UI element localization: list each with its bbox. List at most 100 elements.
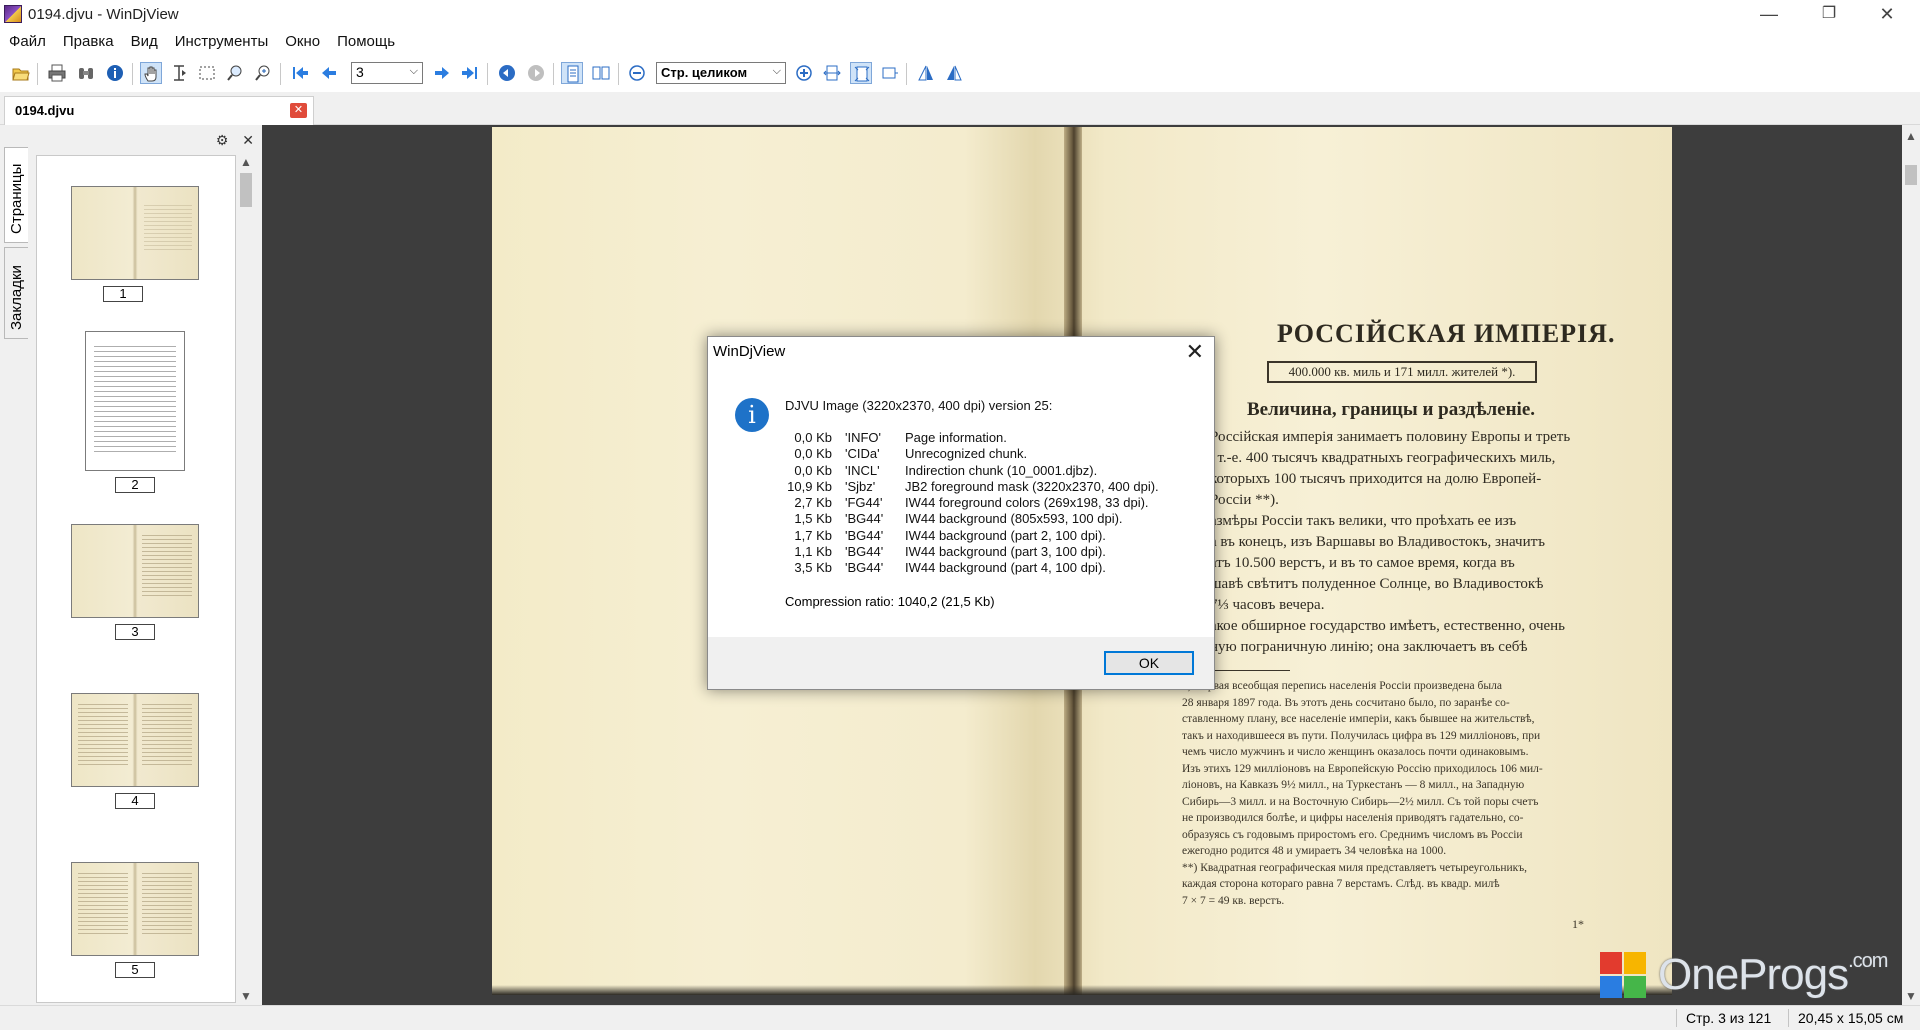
menu-tools[interactable]: Инструменты — [166, 30, 277, 50]
scrollbar-thumb[interactable] — [1905, 165, 1917, 185]
restore-button[interactable]: ❐ — [1800, 0, 1858, 30]
minimize-button[interactable]: — — [1740, 0, 1798, 30]
thumbnail-page[interactable] — [71, 186, 199, 280]
last-page-icon[interactable] — [459, 62, 481, 84]
rect-select-icon[interactable] — [196, 62, 218, 84]
ok-button[interactable]: OK — [1104, 651, 1194, 675]
zoom-in-icon[interactable] — [793, 62, 815, 84]
menu-view[interactable]: Вид — [122, 30, 166, 50]
text-select-icon[interactable] — [168, 62, 190, 84]
watermark-logo-icon — [1600, 952, 1646, 998]
list-item: 1,7 Kb 'BG44' IW44 background (part 2, 100… — [785, 528, 1205, 544]
chunk-description: IW44 foreground colors (269x198, 33 dpi)… — [905, 495, 1149, 511]
document-tab-bar: 0194.djvu ✕ — [0, 92, 1920, 125]
gear-icon[interactable]: ⚙ — [216, 132, 229, 148]
rotate-right-icon[interactable] — [943, 62, 965, 84]
thumbnail-page[interactable] — [71, 524, 199, 618]
facing-pages-icon[interactable] — [590, 62, 612, 84]
close-icon[interactable]: ✕ — [1186, 339, 1204, 365]
dialog-message: DJVU Image (3220x2370, 400 dpi) version … — [785, 398, 1053, 413]
list-item: 0,0 Kb 'CIDa' Unrecognized chunk. — [785, 446, 1205, 462]
document-tab[interactable]: 0194.djvu ✕ — [4, 96, 314, 125]
zoom-combo[interactable]: Стр. целиком ⌵ — [656, 62, 786, 84]
actual-size-icon[interactable] — [878, 62, 900, 84]
fit-width-icon[interactable] — [821, 62, 843, 84]
thumbnail-label: 2 — [115, 477, 155, 493]
thumbnail-page[interactable] — [85, 331, 185, 471]
viewer-scrollbar[interactable]: ▲ ▼ — [1902, 125, 1920, 1005]
menu-edit[interactable]: Правка — [54, 30, 122, 50]
chevron-down-icon: ⌵ — [409, 65, 418, 77]
window-title: 0194.djvu - WinDjView — [28, 6, 179, 23]
scroll-up-icon[interactable]: ▲ — [1902, 129, 1920, 143]
print-icon[interactable] — [46, 62, 68, 84]
chunk-size: 0,0 Kb — [794, 462, 832, 478]
chunk-size: 2,7 Kb — [794, 495, 832, 511]
single-page-icon[interactable] — [561, 62, 583, 84]
prev-page-icon[interactable] — [318, 62, 340, 84]
tab-bookmarks[interactable]: Закладки — [4, 247, 28, 339]
info-dialog: WinDjView ✕ i DJVU Image (3220x2370, 400… — [707, 336, 1215, 690]
thumbnail-scrollbar[interactable]: ▲ ▼ — [238, 155, 254, 1003]
find-icon[interactable] — [75, 62, 97, 84]
forward-icon[interactable] — [525, 62, 547, 84]
tab-pages-label: Страницы — [8, 163, 25, 234]
chunk-id: 'BG44' — [845, 560, 884, 576]
next-page-icon[interactable] — [431, 62, 453, 84]
page-body-text: Россійская имперія занимаетъ половину Ев… — [1210, 429, 1571, 655]
magnify-icon[interactable] — [252, 62, 274, 84]
rotate-left-icon[interactable] — [915, 62, 937, 84]
scrollbar-thumb[interactable] — [240, 173, 252, 207]
tab-close-icon[interactable]: ✕ — [290, 103, 307, 118]
chunk-description: Indirection chunk (10_0001.djbz). — [905, 462, 1098, 478]
sidebar-tabs: Страницы Закладки — [0, 147, 30, 987]
chunk-size: 0,0 Kb — [794, 446, 832, 462]
scroll-up-icon[interactable]: ▲ — [238, 155, 254, 169]
footnote-rule — [1210, 670, 1290, 671]
app-icon — [4, 5, 22, 23]
thumbnail-label: 4 — [115, 793, 155, 809]
thumbnail-page[interactable] — [71, 693, 199, 787]
chunk-description: IW44 background (805x593, 100 dpi). — [905, 511, 1123, 527]
page-subheading: Величина, границы и раздѣленіе. — [1247, 399, 1536, 420]
chunk-description: Page information. — [905, 430, 1007, 445]
page-number-combo[interactable]: 3 ⌵ — [351, 62, 423, 84]
page-heading-box: 400.000 кв. миль и 171 милл. жителей *). — [1267, 361, 1537, 383]
scroll-down-icon[interactable]: ▼ — [238, 989, 254, 1003]
back-icon[interactable] — [496, 62, 518, 84]
first-page-icon[interactable] — [289, 62, 311, 84]
zoom-rect-icon[interactable] — [224, 62, 246, 84]
dialog-title: WinDjView — [713, 343, 786, 360]
chunk-id: 'Sjbz' — [845, 478, 876, 494]
zoom-out-icon[interactable] — [626, 62, 648, 84]
compression-ratio: Compression ratio: 1040,2 (21,5 Kb) — [785, 594, 995, 609]
status-page-size: 20,45 x 15,05 см — [1798, 1010, 1904, 1026]
open-icon[interactable] — [10, 62, 32, 84]
tab-pages[interactable]: Страницы — [4, 147, 28, 243]
thumbnail-list[interactable]: 1 2 3 4 5 — [36, 155, 236, 1003]
menu-window[interactable]: Окно — [276, 30, 328, 50]
menu-help[interactable]: Помощь — [328, 30, 403, 50]
document-tab-label: 0194.djvu — [15, 103, 75, 118]
info-icon[interactable] — [104, 62, 126, 84]
close-window-button[interactable]: ✕ — [1858, 0, 1916, 30]
thumbnail-page[interactable] — [71, 862, 199, 956]
page-number-value: 3 — [356, 64, 364, 80]
information-icon: i — [735, 398, 769, 432]
page-footnote: *) Первая всеобщая перепись населенія Ро… — [1182, 680, 1543, 907]
chunk-id: 'CIDa' — [845, 446, 880, 462]
toolbar: 3 ⌵ Стр. целиком ⌵ — [0, 54, 1920, 92]
menu-file[interactable]: Файл — [0, 30, 54, 50]
dialog-footer: OK — [708, 637, 1214, 689]
chunk-size: 10,9 Kb — [787, 478, 832, 494]
chunk-description: JB2 foreground mask (3220x2370, 400 dpi)… — [905, 478, 1159, 494]
fit-page-icon[interactable] — [850, 62, 872, 84]
chunk-id: 'INCL' — [845, 462, 880, 478]
panel-header-icons: ⚙ ✕ — [216, 132, 254, 149]
watermark-text: OneProgs.com — [1658, 950, 1888, 1000]
chunk-size: 0,0 Kb — [794, 430, 832, 445]
list-item: 2,7 Kb 'FG44' IW44 foreground colors (269x… — [785, 495, 1205, 511]
close-panel-icon[interactable]: ✕ — [242, 132, 254, 148]
scroll-down-icon[interactable]: ▼ — [1902, 989, 1920, 1003]
hand-tool-icon[interactable] — [140, 62, 162, 84]
